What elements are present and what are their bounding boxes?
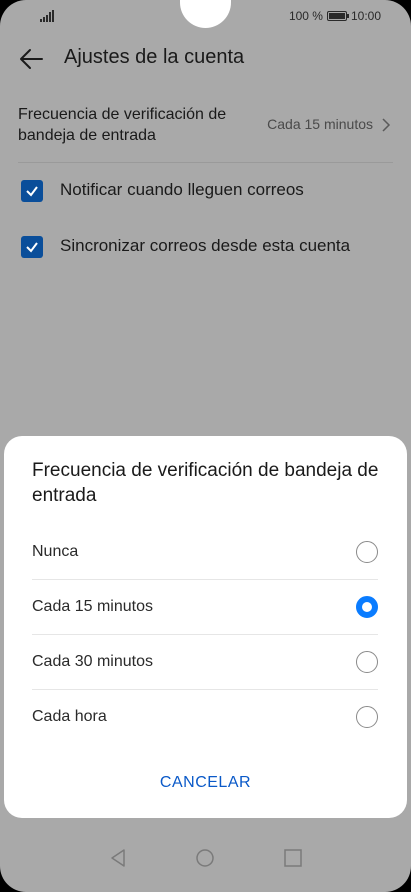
page-title: Ajustes de la cuenta [64, 46, 245, 68]
option-nunca[interactable]: Nunca [32, 525, 378, 580]
nav-recent-apps-icon[interactable] [283, 848, 303, 868]
option-label: Cada 15 minutos [32, 598, 153, 615]
sync-label: Sincronizar correos desde esta cuenta [60, 236, 351, 255]
cancel-button[interactable]: CANCELAR [4, 774, 407, 792]
option-15-minutos[interactable]: Cada 15 minutos [32, 580, 378, 635]
radio-button[interactable] [356, 706, 378, 728]
clock: 10:00 [350, 9, 381, 23]
settings-list: Frecuencia de verificación de bandeja de… [0, 90, 411, 275]
option-label: Cada 30 minutos [32, 653, 153, 670]
notify-checkbox-row[interactable]: Notificar cuando lleguen correos [0, 163, 411, 219]
dialog-title: Frecuencia de verificación de bandeja de… [32, 460, 379, 506]
option-label: Cada hora [32, 708, 107, 725]
sync-checkbox-row[interactable]: Sincronizar correos desde esta cuenta [0, 219, 411, 275]
status-bar: 100 % 10:00 [0, 0, 411, 32]
option-cada-hora[interactable]: Cada hora [32, 690, 378, 745]
frequency-value: Cada 15 minutos [267, 116, 373, 132]
radio-button-selected[interactable] [356, 596, 378, 618]
app-header: Ajustes de la cuenta [0, 36, 411, 82]
chevron-right-icon [382, 118, 391, 132]
notify-checkbox[interactable] [21, 180, 43, 202]
radio-button[interactable] [356, 651, 378, 673]
option-label: Nunca [32, 543, 79, 560]
checkmark-icon [26, 242, 38, 253]
frequency-setting-row[interactable]: Frecuencia de verificación de bandeja de… [0, 90, 411, 162]
checkmark-icon [26, 186, 38, 197]
radio-button[interactable] [356, 541, 378, 563]
frequency-label: Frecuencia de verificación de bandeja de… [18, 106, 227, 144]
notify-label: Notificar cuando lleguen correos [60, 180, 304, 199]
battery-icon [326, 11, 349, 21]
sync-checkbox[interactable] [21, 236, 43, 258]
signal-icon [40, 10, 54, 22]
frequency-options: Nunca Cada 15 minutos Cada 30 minutos Ca… [32, 525, 378, 745]
frequency-dialog: Frecuencia de verificación de bandeja de… [4, 436, 407, 818]
nav-home-icon[interactable] [195, 848, 215, 868]
option-30-minutos[interactable]: Cada 30 minutos [32, 635, 378, 690]
nav-back-icon[interactable] [108, 848, 128, 868]
arrow-left-icon[interactable] [18, 47, 44, 71]
navigation-bar [0, 840, 411, 892]
phone-screen: 100 % 10:00 Ajustes de la cuenta Frecuen… [0, 0, 411, 892]
camera-notch [180, 0, 231, 28]
battery-percent: 100 % [288, 9, 323, 23]
